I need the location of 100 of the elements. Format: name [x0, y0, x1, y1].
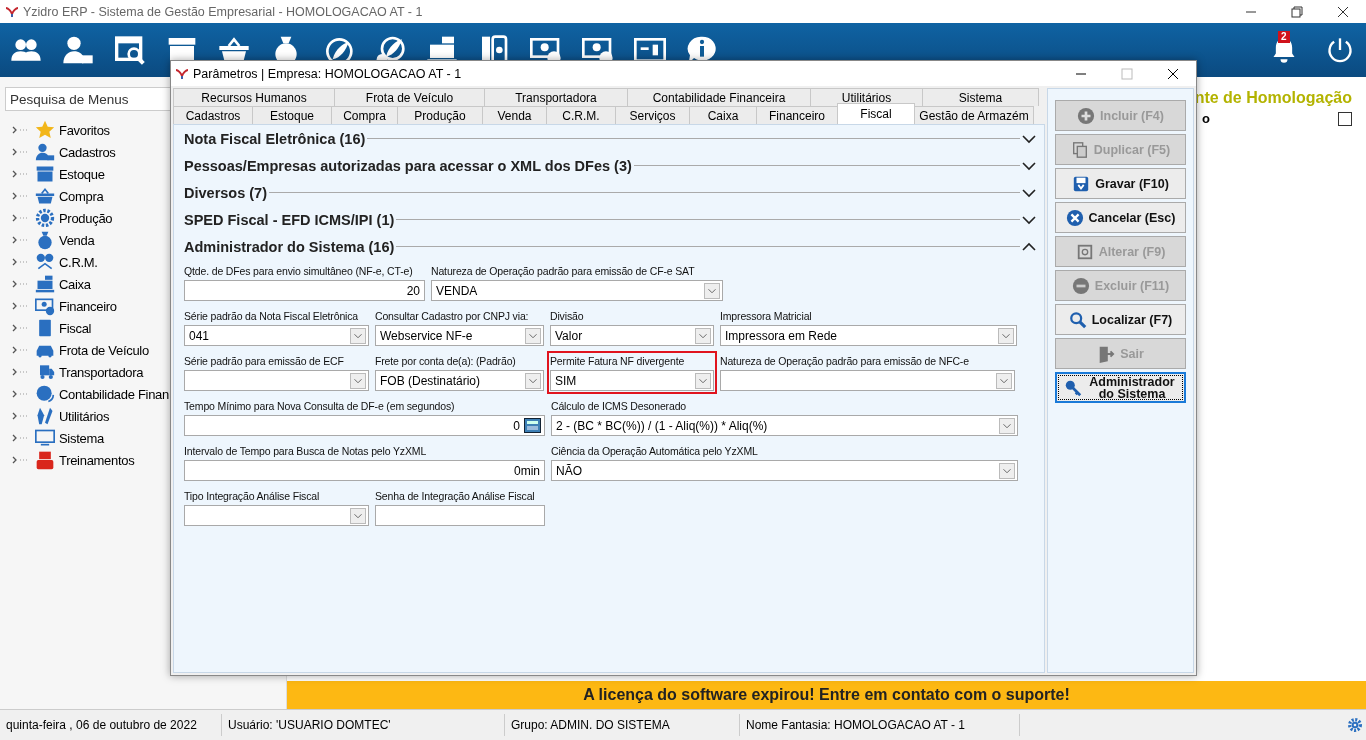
action-button[interactable]: Localizar (F7): [1055, 304, 1186, 335]
dropdown[interactable]: VENDA: [431, 280, 723, 301]
tab[interactable]: Compra: [331, 106, 398, 124]
tab[interactable]: Venda: [482, 106, 547, 124]
dropdown[interactable]: 2 - (BC * BC(%)) / (1 - Aliq(%)) * Aliq(%): [551, 415, 1018, 436]
tab[interactable]: Frota de Veículo: [334, 88, 485, 106]
copy-icon: [1070, 140, 1089, 159]
tab[interactable]: Contabilidade Financeira: [627, 88, 811, 106]
window-search-icon[interactable]: [114, 34, 146, 66]
search-icon: [1068, 310, 1087, 329]
tab[interactable]: Transportadora: [484, 88, 628, 106]
money-bag-icon: [35, 230, 55, 250]
key-icon: [1064, 378, 1082, 397]
star-icon: [35, 120, 55, 140]
tab[interactable]: Serviços: [615, 106, 690, 124]
menu-item[interactable]: Frota de Veículo: [59, 342, 149, 358]
tab[interactable]: Produção: [397, 106, 483, 124]
field-label: Frete por conta de(a): (Padrão): [375, 354, 517, 369]
menu-item[interactable]: Venda: [59, 232, 95, 248]
logo-icon: [5, 5, 19, 18]
user-icon[interactable]: [62, 34, 94, 66]
menu-item[interactable]: Caixa: [59, 276, 91, 292]
tab[interactable]: Fiscal: [837, 103, 915, 124]
input-field[interactable]: 0min: [184, 460, 545, 481]
dropdown[interactable]: FOB (Destinatário): [375, 370, 544, 391]
window-title: Yzidro ERP - Sistema de Gestão Empresarial - HOMOLOGACAO AT - 1: [23, 4, 423, 19]
menu-item[interactable]: Financeiro: [59, 298, 117, 314]
expand-icon[interactable]: [1022, 160, 1036, 171]
input-field[interactable]: [375, 505, 545, 526]
section-header[interactable]: Pessoas/Empresas autorizadas para acessar o XML dos DFes (3): [184, 157, 632, 174]
basket-icon: [35, 186, 55, 206]
status-text: quinta-feira , 06 de outubro de 2022: [0, 714, 222, 736]
edit-icon: [1075, 242, 1094, 261]
menu-item[interactable]: Cadastros: [59, 144, 116, 160]
tab[interactable]: Gestão de Armazém: [914, 106, 1034, 124]
save-icon: [1072, 174, 1091, 193]
expand-icon[interactable]: [1022, 133, 1036, 144]
action-button[interactable]: Gravar (F10): [1055, 168, 1186, 199]
coin-icon: [35, 384, 55, 404]
menu-item[interactable]: Favoritos: [59, 122, 110, 138]
tab[interactable]: Utilitários: [810, 88, 923, 106]
field-label: Cálculo de ICMS Desonerado: [551, 399, 687, 414]
tab[interactable]: Estoque: [252, 106, 332, 124]
dropdown[interactable]: Webservice NF-e: [375, 325, 544, 346]
menu-item[interactable]: Fiscal: [59, 320, 92, 336]
dropdown[interactable]: NÃO: [551, 460, 1018, 481]
dialog-title: Parâmetros | Empresa: HOMOLOGACAO AT - 1: [193, 66, 462, 81]
gear-icon: [35, 208, 55, 228]
section-header[interactable]: Administrador do Sistema (16): [184, 238, 395, 255]
checkbox[interactable]: [1338, 111, 1352, 126]
input-field[interactable]: 20: [184, 280, 425, 301]
tab[interactable]: Sistema: [922, 88, 1039, 106]
menu-item[interactable]: C.R.M.: [59, 254, 98, 270]
calculator-icon[interactable]: [524, 418, 541, 433]
dropdown[interactable]: 041: [184, 325, 369, 346]
collapse-icon[interactable]: [1022, 241, 1036, 252]
tab[interactable]: Caixa: [689, 106, 757, 124]
video-icon: [35, 450, 55, 470]
tab[interactable]: C.R.M.: [546, 106, 616, 124]
user-icon: [35, 142, 55, 162]
menu-item[interactable]: Compra: [59, 188, 104, 204]
tab[interactable]: Cadastros: [173, 106, 253, 124]
action-button[interactable]: Administrador do Sistema: [1055, 372, 1186, 403]
monitor-icon: [35, 428, 55, 448]
menu-item[interactable]: Treinamentos: [59, 452, 135, 468]
minus-circle-icon: [1071, 276, 1090, 295]
dropdown[interactable]: Valor: [550, 325, 714, 346]
field-label: Impressora Matricial: [720, 309, 813, 324]
section-header[interactable]: Diversos (7): [184, 184, 267, 201]
archive-icon: [35, 164, 55, 184]
faces-icon: [35, 252, 55, 272]
menu-item[interactable]: Sistema: [59, 430, 104, 446]
exit-icon: [1097, 344, 1116, 363]
dropdown[interactable]: SIM: [550, 370, 714, 391]
field-label: Permite Fatura NF divergente: [550, 354, 686, 369]
settings-icon[interactable]: [1347, 717, 1363, 733]
expand-icon[interactable]: [1022, 214, 1036, 225]
tab[interactable]: Financeiro: [756, 106, 838, 124]
dropdown[interactable]: Impressora em Rede: [720, 325, 1017, 346]
menu-item[interactable]: Transportadora: [59, 364, 144, 380]
tab[interactable]: Recursos Humanos: [173, 88, 335, 106]
field-label: Divisão: [550, 309, 585, 324]
notification-badge: 2: [1278, 31, 1290, 43]
label: o: [1202, 111, 1210, 126]
expand-icon[interactable]: [1022, 187, 1036, 198]
action-button[interactable]: Cancelar (Esc): [1055, 202, 1186, 233]
section-header[interactable]: Nota Fiscal Eletrônica (16): [184, 130, 366, 147]
field-label: Série padrão para emissão de ECF: [184, 354, 345, 369]
menu-item[interactable]: Produção: [59, 210, 113, 226]
field-label: Tipo Integração Análise Fiscal: [184, 489, 321, 504]
status-text: Nome Fantasia: HOMOLOGACAO AT - 1: [740, 714, 1020, 736]
field-label: Intervalo de Tempo para Busca de Notas pelo YzXML: [184, 444, 428, 459]
menu-item[interactable]: Utilitários: [59, 408, 110, 424]
section-header[interactable]: SPED Fiscal - EFD ICMS/IPI (1): [184, 211, 395, 228]
input-field[interactable]: 0: [184, 415, 545, 436]
logo-icon: [175, 67, 189, 80]
menu-item[interactable]: Estoque: [59, 166, 105, 182]
menu-item[interactable]: Contabilidade Finan: [59, 386, 169, 402]
field-label: Consultar Cadastro por CNPJ via:: [375, 309, 530, 324]
power-icon[interactable]: [1326, 36, 1354, 64]
